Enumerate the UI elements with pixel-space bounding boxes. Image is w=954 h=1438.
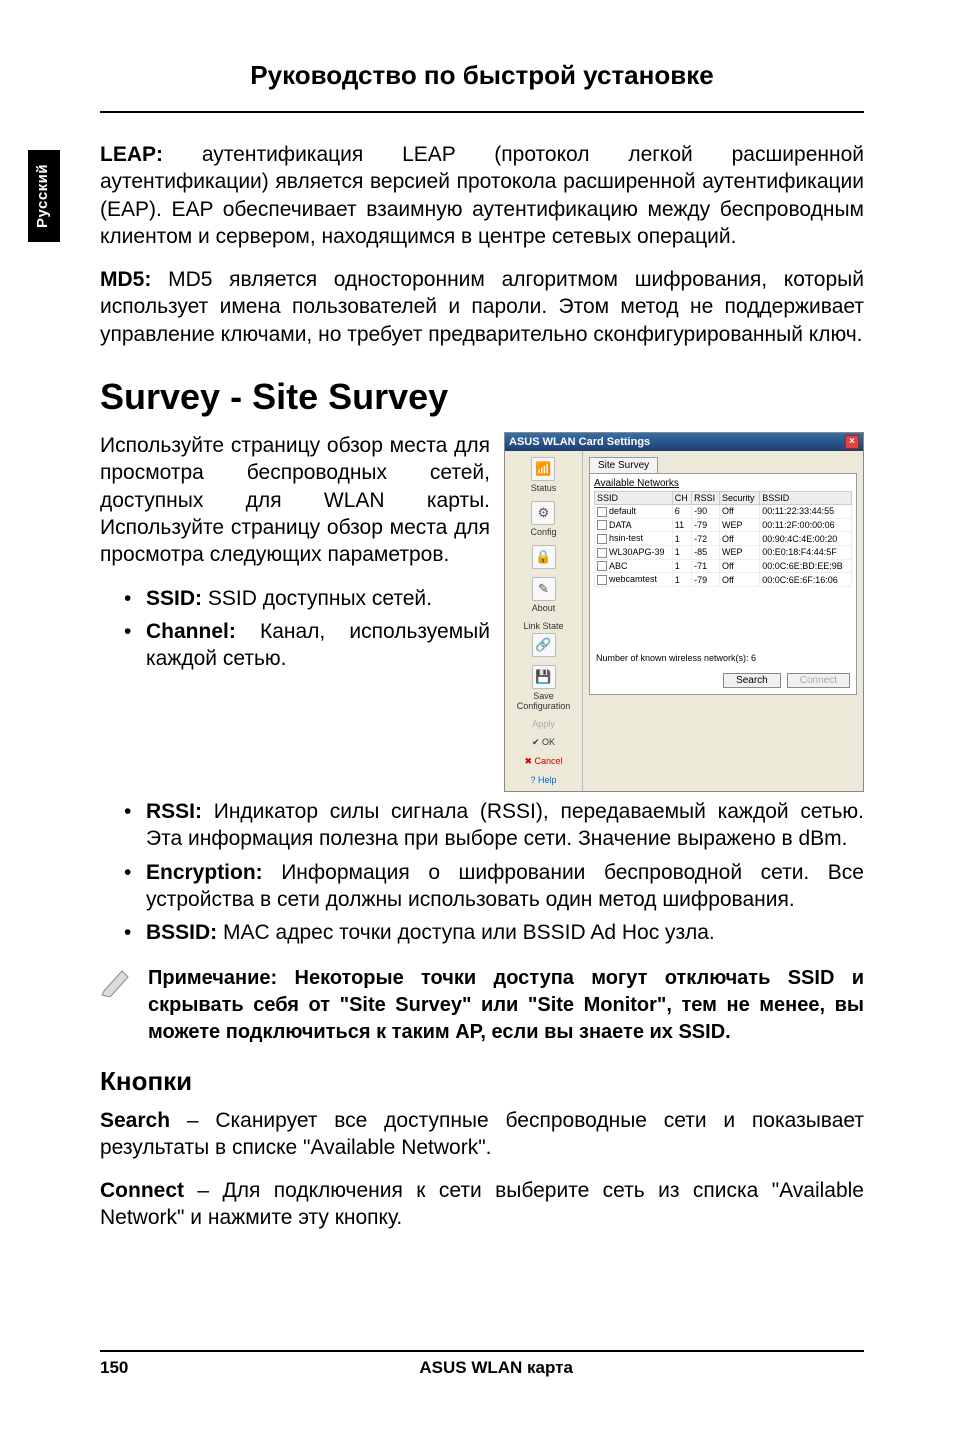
col-ch[interactable]: CH <box>672 492 691 505</box>
network-icon <box>597 561 607 571</box>
sidebar-encrypt[interactable]: 🔒 <box>532 545 556 569</box>
bullet-bssid: BSSID: MAC адрес точки доступа или BSSID… <box>124 919 864 946</box>
table-row[interactable]: default6-90Off00:11:22:33:44:55 <box>595 505 852 519</box>
sidebar-about[interactable]: ✎ About <box>532 577 556 613</box>
sidebar-linkstate-label: Link State <box>523 621 563 631</box>
bullet-bssid-text: MAC адрес точки доступа или BSSID Ad Hoc… <box>217 921 715 944</box>
md5-paragraph: MD5: MD5 является односторонним алгоритм… <box>100 266 864 348</box>
sidebar-config[interactable]: ⚙ Config <box>530 501 556 537</box>
note-text: Примечание: Некоторые точки доступа могу… <box>148 965 864 1046</box>
sidebar-linkstate[interactable]: Link State 🔗 <box>523 621 563 657</box>
document-header: Руководство по быстрой установке <box>100 60 864 91</box>
col-ssid[interactable]: SSID <box>595 492 673 505</box>
bullet-encryption: Encryption: Информация о шифровании бесп… <box>124 859 864 914</box>
sidebar-apply: Apply <box>532 719 555 729</box>
table-row[interactable]: webcamtest1-79Off00:0C:6E:6F:16:06 <box>595 573 852 587</box>
leap-label: LEAP: <box>100 143 163 166</box>
status-icon: 📶 <box>531 457 555 481</box>
network-icon <box>597 575 607 585</box>
sidebar-about-label: About <box>532 603 556 613</box>
close-icon[interactable]: × <box>845 435 859 449</box>
table-row[interactable]: ABC1-71Off00:0C:6E:BD:EE:9B <box>595 559 852 573</box>
page: Русский Руководство по быстрой установке… <box>0 0 954 1438</box>
footer: 150 ASUS WLAN карта <box>0 1350 954 1378</box>
search-label: Search <box>100 1109 170 1132</box>
survey-intro: Используйте страницу обзор места для про… <box>100 432 490 568</box>
sidebar-cancel[interactable]: ✖ Cancel <box>524 756 562 767</box>
table-row[interactable]: WL30APG-391-85WEP00:E0:18:F4:44:5F <box>595 545 852 559</box>
networks-tbody: default6-90Off00:11:22:33:44:55 DATA11-7… <box>595 505 852 587</box>
sidebar-saveconfig-label: Save Configuration <box>507 691 580 711</box>
connect-button[interactable]: Connect <box>787 673 850 688</box>
sidebar-config-label: Config <box>530 527 556 537</box>
panel-label: Available Networks <box>594 478 852 489</box>
sidebar-help[interactable]: ? Help <box>530 775 556 785</box>
buttons-heading: Кнопки <box>100 1066 864 1097</box>
leap-paragraph: LEAP: аутентификация LEAP (протокол легк… <box>100 141 864 250</box>
sidebar-saveconfig[interactable]: 💾Save Configuration <box>507 665 580 711</box>
network-icon <box>597 507 607 517</box>
link-icon: 🔗 <box>532 633 556 657</box>
titlebar: ASUS WLAN Card Settings × <box>505 433 863 451</box>
bullet-rssi-text: Индикатор силы сигнала (RSSI), передавае… <box>146 800 864 850</box>
window-body: 📶 Status ⚙ Config 🔒 ✎ About Link State 🔗 💾Sa… <box>505 451 863 791</box>
table-row[interactable]: DATA11-79WEP00:11:2F:00:00:06 <box>595 518 852 532</box>
network-icon <box>597 520 607 530</box>
table-header-row: SSID CH RSSI Security BSSID <box>595 492 852 505</box>
app-window: ASUS WLAN Card Settings × 📶 Status ⚙ Confi… <box>504 432 864 792</box>
network-icon <box>597 548 607 558</box>
networks-panel: Available Networks SSID CH RSSI Security… <box>589 473 857 695</box>
tab-site-survey[interactable]: Site Survey <box>589 457 658 473</box>
window-title: ASUS WLAN Card Settings <box>509 436 650 448</box>
survey-bullets-bottom: RSSI: Индикатор силы сигнала (RSSI), пер… <box>100 798 864 946</box>
md5-label: MD5: <box>100 268 151 291</box>
survey-text-column: Используйте страницу обзор места для про… <box>100 432 490 678</box>
panel-buttons: Search Connect <box>594 669 852 690</box>
page-number: 150 <box>100 1358 128 1378</box>
app-main: Site Survey Available Networks SSID CH R… <box>583 451 863 791</box>
bullet-ssid-text: SSID доступных сетей. <box>202 587 432 610</box>
search-text: – Сканирует все доступные беспроводные с… <box>100 1109 864 1159</box>
note-icon <box>100 965 132 997</box>
connect-label: Connect <box>100 1179 184 1202</box>
survey-heading: Survey - Site Survey <box>100 376 864 418</box>
col-bssid[interactable]: BSSID <box>760 492 852 505</box>
survey-section: Используйте страницу обзор места для про… <box>100 432 864 792</box>
networks-table: SSID CH RSSI Security BSSID default6-90O… <box>594 491 852 587</box>
search-description: Search – Сканирует все доступные беспров… <box>100 1107 864 1162</box>
connect-text: – Для подключения к сети выберите сеть и… <box>100 1179 864 1229</box>
bullet-bssid-label: BSSID: <box>146 921 217 944</box>
bullet-rssi: RSSI: Индикатор силы сигнала (RSSI), пер… <box>124 798 864 853</box>
app-sidebar: 📶 Status ⚙ Config 🔒 ✎ About Link State 🔗 💾Sa… <box>505 451 583 791</box>
bullet-ssid-label: SSID: <box>146 587 202 610</box>
network-count: Number of known wireless network(s): 6 <box>594 647 852 669</box>
about-icon: ✎ <box>532 577 556 601</box>
md5-text: MD5 является односторонним алгоритмом ши… <box>100 268 864 346</box>
note-row: Примечание: Некоторые точки доступа могу… <box>100 965 864 1046</box>
leap-text: аутентификация LEAP (протокол легкой рас… <box>100 143 864 248</box>
sidebar-status[interactable]: 📶 Status <box>531 457 557 493</box>
config-icon: ⚙ <box>531 501 555 525</box>
save-icon: 💾 <box>532 665 556 689</box>
network-icon <box>597 534 607 544</box>
lock-icon: 🔒 <box>532 545 556 569</box>
bullet-ssid: SSID: SSID доступных сетей. <box>124 585 490 612</box>
bullet-encryption-label: Encryption: <box>146 861 263 884</box>
survey-bullets-top: SSID: SSID доступных сетей. Channel: Кан… <box>100 585 490 673</box>
sidebar-ok[interactable]: ✔ OK <box>532 737 555 748</box>
bullet-channel-label: Channel: <box>146 620 236 643</box>
bullet-rssi-label: RSSI: <box>146 800 202 823</box>
search-button[interactable]: Search <box>723 673 781 688</box>
language-tab: Русский <box>28 150 60 242</box>
screenshot-wrap: ASUS WLAN Card Settings × 📶 Status ⚙ Confi… <box>504 432 864 792</box>
col-rssi[interactable]: RSSI <box>692 492 720 505</box>
table-row[interactable]: hsin-test1-72Off00:90:4C:4E:00:20 <box>595 532 852 546</box>
bullet-channel: Channel: Канал, используемый каждой сеть… <box>124 618 490 673</box>
footer-title: ASUS WLAN карта <box>128 1358 864 1378</box>
col-security[interactable]: Security <box>719 492 759 505</box>
connect-description: Connect – Для подключения к сети выберит… <box>100 1177 864 1232</box>
sidebar-status-label: Status <box>531 483 557 493</box>
header-rule <box>100 111 864 113</box>
